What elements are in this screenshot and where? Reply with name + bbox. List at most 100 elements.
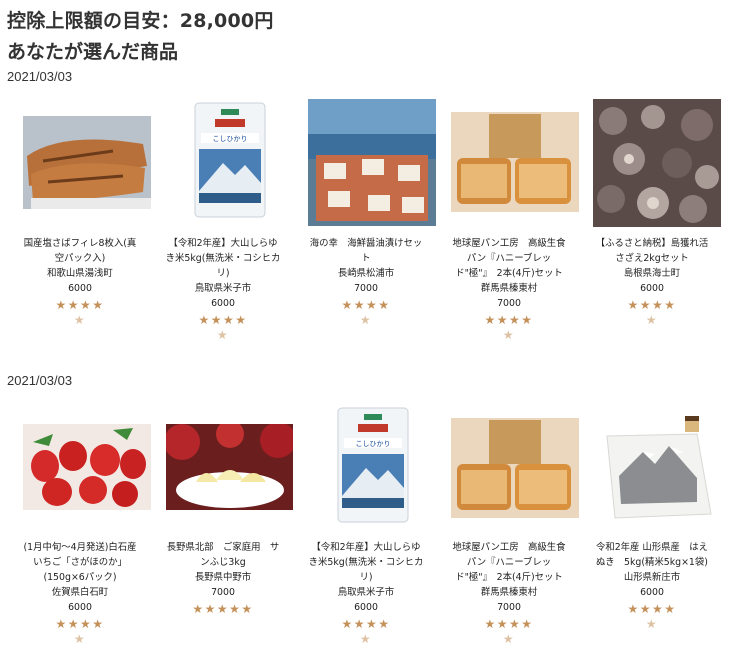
product-image[interactable]: こしひかり <box>336 406 410 524</box>
product-card[interactable]: こしひかり 【令和2年産】大山しらゆ き米5kg(無洗米・コシヒカ リ) 鳥取県… <box>296 402 436 646</box>
product-location: 長野県中野市 <box>194 572 252 583</box>
star-icon: ★★★★ <box>341 617 391 631</box>
rating-stars: ★★★★★ <box>296 298 436 328</box>
product-name[interactable]: リ) <box>153 266 293 281</box>
product-name[interactable]: パン『ハニーブレッ <box>439 555 579 570</box>
product-price: 7000 <box>211 587 235 598</box>
rating-stars: ★★★★★ <box>582 298 722 328</box>
half-star-icon: ★ <box>73 313 87 327</box>
half-star-icon: ★ <box>645 617 659 631</box>
date-label: 2021/03/03 <box>7 373 73 388</box>
product-name[interactable]: ト <box>296 251 436 266</box>
product-image[interactable]: こしひかり <box>193 101 267 219</box>
product-image[interactable] <box>593 406 721 528</box>
rating-stars: ★★★★★ <box>10 617 150 647</box>
rating-stars: ★★★★★ <box>153 313 293 343</box>
product-price: 7000 <box>497 602 521 613</box>
product-card[interactable]: 地球屋パン工房 高級生食 パン『ハニーブレッ ド"極"』 2本(4斤)セット 群… <box>439 402 579 646</box>
product-card[interactable]: 地球屋パン工房 高級生食 パン『ハニーブレッ ド"極"』 2本(4斤)セット 群… <box>439 96 579 342</box>
rating-stars: ★★★★★ <box>439 617 579 647</box>
star-icon: ★★★★ <box>55 298 105 312</box>
product-location: 佐賀県白石町 <box>51 587 109 598</box>
star-icon: ★★★★ <box>198 313 248 327</box>
product-name[interactable]: 【ふるさと納税】島獲れ活 <box>582 236 722 251</box>
svg-text:こしひかり: こしひかり <box>356 440 391 448</box>
product-name[interactable]: 国産塩さばフィレ8枚入(真 <box>10 236 150 251</box>
half-star-icon: ★ <box>645 313 659 327</box>
product-card[interactable]: 海の幸 海鮮醤油漬けセッ ト 長崎県松浦市 7000 ★★★★ ★ <box>296 96 436 328</box>
product-name[interactable]: パン『ハニーブレッ <box>439 251 579 266</box>
product-card[interactable]: (1月中旬～4月発送)白石産 いちご「さがほのか」 (150g×6パック) 佐賀… <box>10 402 151 646</box>
star-icon: ★★★★ <box>55 617 105 631</box>
product-name[interactable]: 地球屋パン工房 高級生食 <box>439 236 579 251</box>
rating-stars: ★★★★★ <box>439 313 579 343</box>
half-star-icon: ★ <box>502 632 516 646</box>
product-name[interactable]: き米5kg(無洗米・コシヒカ <box>296 555 436 570</box>
product-card[interactable]: 国産塩さばフィレ8枚入(真 空パック入) 和歌山県湯浅町 6000 ★★★★ ★ <box>10 96 151 328</box>
product-image[interactable] <box>166 424 293 510</box>
product-card[interactable]: こしひかり 【令和2年産】大山しらゆ き米5kg(無洗米・コシヒカ リ) 鳥取県… <box>153 96 293 342</box>
product-price: 6000 <box>68 602 92 613</box>
product-image[interactable] <box>451 112 579 212</box>
product-name[interactable]: さざえ2kgセット <box>582 251 722 266</box>
product-price: 6000 <box>640 587 664 598</box>
star-icon: ★★★★★ <box>192 602 254 616</box>
product-name[interactable]: (1月中旬～4月発送)白石産 <box>10 540 150 555</box>
product-location: 山形県新庄市 <box>623 572 681 583</box>
product-name[interactable]: ぬき 5kg(精米5kg×1袋) <box>582 555 722 570</box>
product-name[interactable]: 【令和2年産】大山しらゆ <box>296 540 436 555</box>
limit-heading: 控除上限額の目安：28,000円 <box>7 10 274 32</box>
product-card[interactable]: 長野県北部 ご家庭用 サ ンふじ3kg 長野県中野市 7000 ★★★★★ <box>153 402 293 632</box>
half-star-icon: ★ <box>502 328 516 342</box>
rating-stars: ★★★★★ <box>296 617 436 647</box>
product-price: 7000 <box>354 283 378 294</box>
product-image[interactable] <box>23 424 151 510</box>
product-location: 群馬県榛東村 <box>480 283 538 294</box>
star-icon: ★★★★ <box>627 602 677 616</box>
product-price: 6000 <box>211 298 235 309</box>
half-star-icon: ★ <box>359 632 373 646</box>
star-icon: ★★★★ <box>484 617 534 631</box>
product-name[interactable]: 令和2年産 山形県産 はえ <box>582 540 722 555</box>
product-price: 6000 <box>354 602 378 613</box>
half-star-icon: ★ <box>359 313 373 327</box>
product-name[interactable]: ド"極"』 2本(4斤)セット <box>439 266 579 281</box>
product-price: 6000 <box>640 283 664 294</box>
star-icon: ★★★★ <box>341 298 391 312</box>
product-image[interactable] <box>23 116 151 209</box>
product-card[interactable]: 【ふるさと納税】島獲れ活 さざえ2kgセット 島根県海士町 6000 ★★★★ ★ <box>582 96 722 328</box>
product-name[interactable]: ド"極"』 2本(4斤)セット <box>439 570 579 585</box>
product-image[interactable] <box>593 99 721 227</box>
product-card[interactable]: 令和2年産 山形県産 はえ ぬき 5kg(精米5kg×1袋) 山形県新庄市 60… <box>582 402 722 632</box>
section-title: あなたが選んだ商品 <box>7 41 179 63</box>
product-location: 鳥取県米子市 <box>194 283 252 294</box>
svg-text:こしひかり: こしひかり <box>213 135 248 143</box>
product-name[interactable]: ンふじ3kg <box>153 555 293 570</box>
product-image[interactable] <box>308 99 436 226</box>
rating-stars: ★★★★★ <box>153 602 293 617</box>
product-location: 鳥取県米子市 <box>337 587 395 598</box>
product-name[interactable]: 空パック入) <box>10 251 150 266</box>
product-location: 和歌山県湯浅町 <box>47 268 113 279</box>
product-name[interactable]: 【令和2年産】大山しらゆ <box>153 236 293 251</box>
date-label: 2021/03/03 <box>7 69 73 84</box>
half-star-icon: ★ <box>73 632 87 646</box>
product-name[interactable]: き米5kg(無洗米・コシヒカ <box>153 251 293 266</box>
product-name[interactable]: 海の幸 海鮮醤油漬けセッ <box>296 236 436 251</box>
product-location: 島根県海士町 <box>623 268 681 279</box>
product-price: 6000 <box>68 283 92 294</box>
product-image[interactable] <box>451 418 579 518</box>
product-name[interactable]: 地球屋パン工房 高級生食 <box>439 540 579 555</box>
half-star-icon: ★ <box>216 328 230 342</box>
rating-stars: ★★★★★ <box>10 298 150 328</box>
product-location: 長崎県松浦市 <box>337 268 395 279</box>
rating-stars: ★★★★★ <box>582 602 722 632</box>
star-icon: ★★★★ <box>484 313 534 327</box>
product-name[interactable]: (150g×6パック) <box>10 570 150 585</box>
product-name[interactable]: 長野県北部 ご家庭用 サ <box>153 540 293 555</box>
product-name[interactable]: リ) <box>296 570 436 585</box>
product-location: 群馬県榛東村 <box>480 587 538 598</box>
product-name[interactable]: いちご「さがほのか」 <box>10 555 150 570</box>
product-price: 7000 <box>497 298 521 309</box>
star-icon: ★★★★ <box>627 298 677 312</box>
